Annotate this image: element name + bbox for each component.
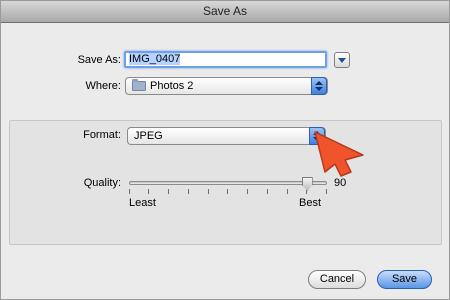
filename-field[interactable]: IMG_0407 [124, 51, 327, 68]
cancel-button[interactable]: Cancel [308, 270, 366, 289]
where-popup[interactable]: Photos 2 [125, 77, 328, 95]
filename-value: IMG_0407 [129, 53, 181, 65]
save-as-dialog: Save As Save As: IMG_0407 Where: Photos … [0, 0, 450, 300]
orange-arrow-icon [314, 131, 364, 177]
quality-min-label: Least [129, 197, 156, 209]
format-popup[interactable]: JPEG [127, 127, 326, 145]
quality-label: Quality: [83, 177, 121, 189]
expand-dialog-button[interactable] [334, 52, 350, 68]
where-popup-arrows [311, 77, 327, 95]
quality-slider[interactable] [129, 181, 327, 185]
save-button[interactable]: Save [377, 270, 432, 289]
format-value: JPEG [134, 130, 163, 142]
quality-max-label: Best [299, 197, 322, 209]
window-title: Save As [1, 1, 449, 23]
quality-value: 90 [334, 177, 347, 189]
where-label: Where: [85, 80, 121, 92]
where-value: Photos 2 [150, 80, 194, 92]
quality-slider-ticks [129, 189, 327, 194]
folder-icon [132, 79, 146, 91]
save-as-label: Save As: [77, 54, 121, 66]
format-label: Format: [83, 129, 121, 141]
